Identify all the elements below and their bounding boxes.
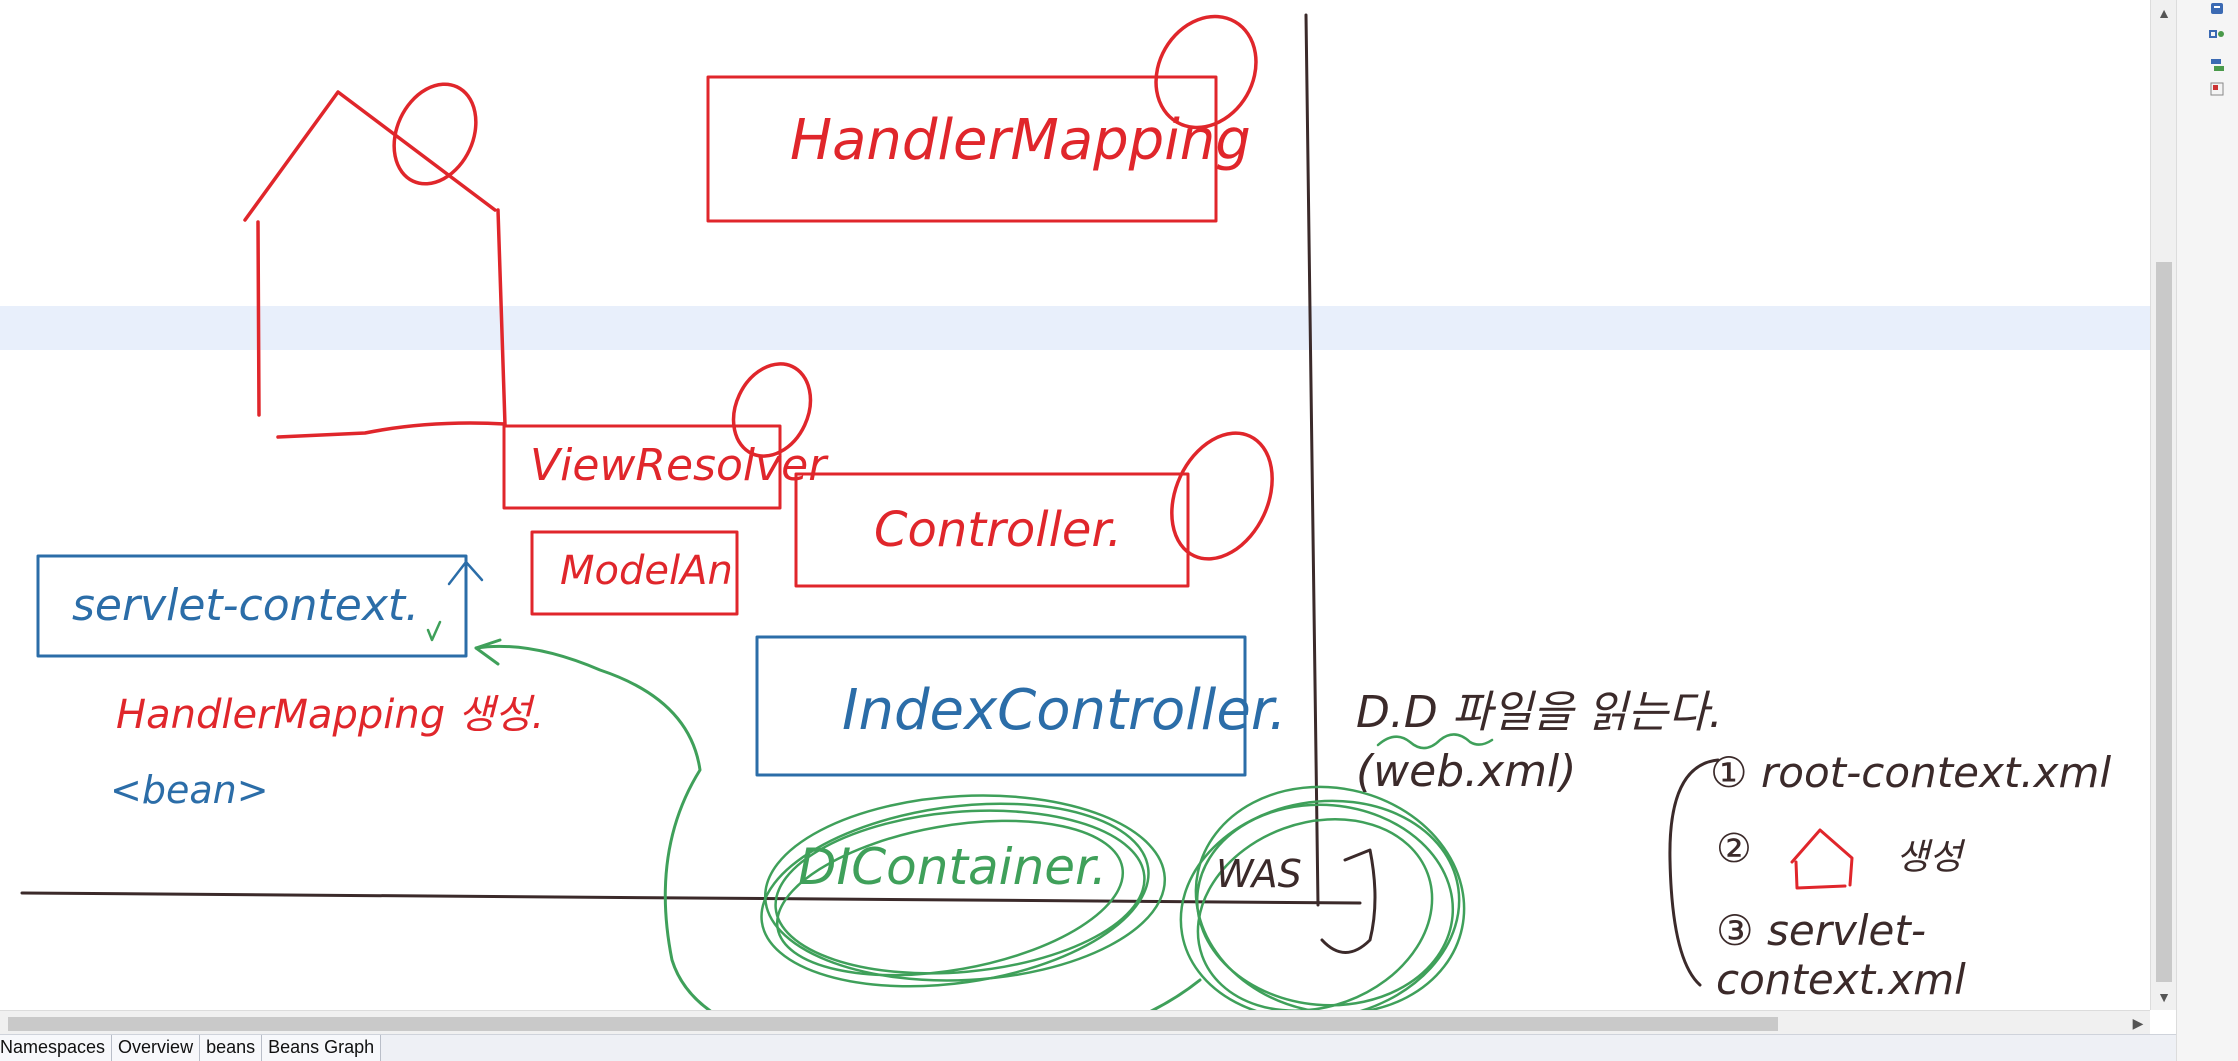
list-item-root-context: ① root-context.xml bbox=[1710, 748, 2112, 797]
di-container-label: DIContainer. bbox=[798, 838, 1107, 896]
vertical-divider-line bbox=[1304, 13, 1320, 907]
controller-circle-mark bbox=[1170, 431, 1274, 561]
bean-tag-note: <bean> bbox=[110, 768, 269, 812]
scroll-up-icon[interactable]: ▲ bbox=[2151, 0, 2177, 26]
flow-arrow-head bbox=[474, 638, 502, 666]
shapes-tool-icon[interactable] bbox=[2208, 26, 2226, 44]
small-house-icon bbox=[1790, 828, 1854, 890]
list-item-2-text: 생성 bbox=[1896, 837, 1963, 878]
was-label: WAS bbox=[1216, 852, 1302, 896]
tab-namespaces[interactable]: Namespaces bbox=[0, 1035, 113, 1061]
green-check-mark bbox=[426, 620, 442, 642]
scroll-down-icon[interactable]: ▼ bbox=[2151, 984, 2177, 1010]
list-item-servlet-context: ③ servlet-context.xml bbox=[1716, 906, 1966, 1004]
model-label: ModelAn bbox=[560, 548, 733, 594]
vertical-scroll-thumb[interactable] bbox=[2156, 262, 2172, 982]
tab-beans-graph[interactable]: Beans Graph bbox=[262, 1035, 382, 1061]
horizontal-scroll-thumb[interactable] bbox=[8, 1017, 1778, 1031]
tab-overview[interactable]: Overview bbox=[112, 1035, 201, 1061]
editor-tab-bar: Namespaces Overview beans Beans Graph bbox=[0, 1034, 2176, 1061]
dd-note-line1: D.D 파일을 읽는다. bbox=[1356, 687, 1723, 738]
house-circle-mark bbox=[392, 82, 478, 186]
handler-mapping-note: HandlerMapping 생성. bbox=[116, 692, 545, 738]
dd-note-line2: (web.xml) bbox=[1356, 746, 1577, 797]
list-item-2-number: ② bbox=[1716, 826, 1752, 872]
right-tool-strip bbox=[2176, 0, 2238, 1061]
was-scribble bbox=[1179, 785, 1466, 1010]
layers-tool-icon[interactable] bbox=[2208, 56, 2226, 74]
tab-beans[interactable]: beans bbox=[200, 1035, 263, 1061]
pen-tool-icon[interactable] bbox=[2208, 0, 2226, 18]
drawing-canvas[interactable]: HandlerMapping ViewResolver ModelAn Cont… bbox=[0, 0, 2150, 1010]
controller-label: Controller. bbox=[874, 502, 1123, 558]
eraser-tool-icon[interactable] bbox=[2208, 80, 2226, 98]
servlet-context-label: servlet-context. bbox=[72, 580, 420, 631]
vertical-scrollbar[interactable]: ▲ ▼ bbox=[2150, 0, 2176, 1010]
index-controller-label: IndexController. bbox=[842, 678, 1287, 743]
horizontal-scrollbar[interactable]: ▶ bbox=[0, 1010, 2150, 1034]
house-drawing bbox=[243, 90, 507, 439]
scroll-right-icon[interactable]: ▶ bbox=[2126, 1011, 2150, 1035]
view-resolver-label: ViewResolver bbox=[530, 440, 827, 491]
handler-mapping-label: HandlerMapping bbox=[790, 108, 1251, 173]
was-hook bbox=[1320, 848, 1377, 954]
